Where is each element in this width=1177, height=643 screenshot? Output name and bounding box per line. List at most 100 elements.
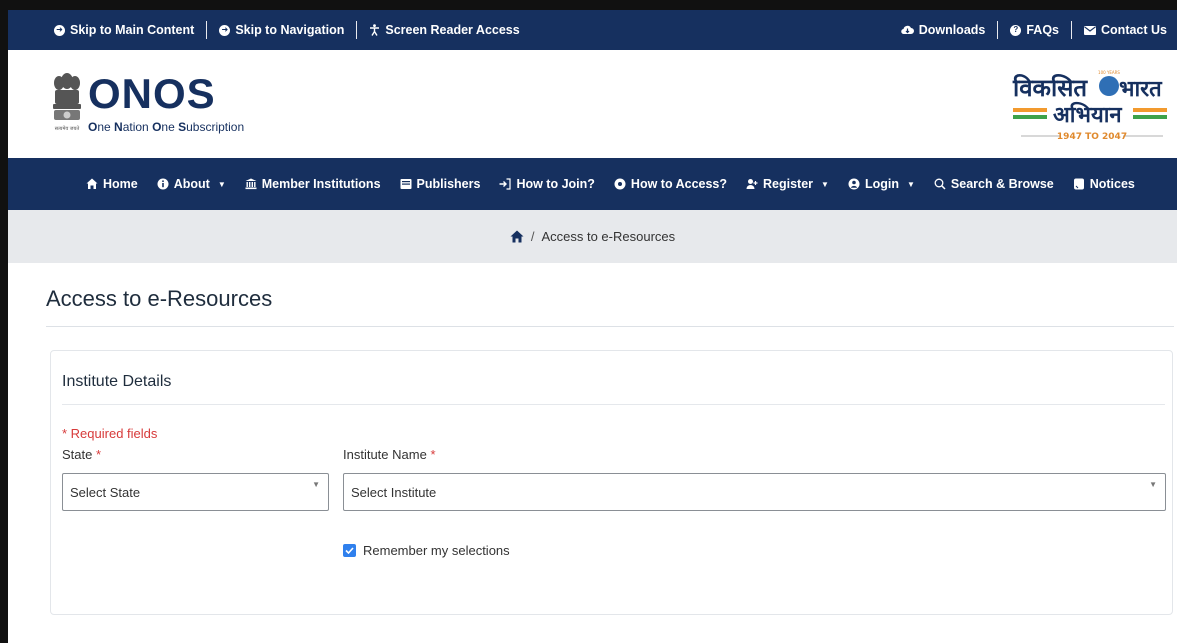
faqs-label: FAQs <box>1026 23 1060 37</box>
breadcrumb: / Access to e-Resources <box>8 210 1177 263</box>
nav-item-label: Search & Browse <box>950 177 1054 191</box>
nav-item-search-browse[interactable]: Search & Browse <box>934 177 1054 191</box>
vb-years: 1947 TO 2047 <box>1057 132 1127 142</box>
nav-item-publishers[interactable]: Publishers <box>400 177 481 191</box>
gear-icon <box>614 178 626 190</box>
onos-logo[interactable]: ONOS One Nation One Subscription <box>88 70 244 135</box>
remember-selections-row: Remember my selections <box>343 543 510 558</box>
skip-to-navigation-link[interactable]: ➜ Skip to Navigation <box>219 23 344 37</box>
nav-item-label: How to Join? <box>516 177 595 191</box>
contact-label: Contact Us <box>1101 23 1167 37</box>
nav-item-register[interactable]: Register ▼ <box>746 177 829 191</box>
logo-sub-part: ation <box>122 120 153 134</box>
nav-item-about[interactable]: About ▼ <box>157 177 226 191</box>
nav-item-notices[interactable]: Notices <box>1073 177 1135 191</box>
nav-item-label: Register <box>763 177 814 191</box>
remember-selections-checkbox[interactable] <box>343 544 356 557</box>
home-icon <box>86 178 98 189</box>
sign-in-icon <box>499 178 512 190</box>
skip-to-main-label: Skip to Main Content <box>70 23 195 37</box>
site-header: सत्यमेव जयते ONOS One Nation One Subscri… <box>8 50 1177 158</box>
state-label: State * <box>62 447 101 462</box>
arrow-circle-icon: ➜ <box>219 24 231 36</box>
institute-select[interactable]: Select Institute ▼ <box>343 473 1166 511</box>
breadcrumb-current: Access to e-Resources <box>541 229 676 244</box>
accessibility-links: ➜ Skip to Main Content ➜ Skip to Navigat… <box>54 21 520 39</box>
nav-item-login[interactable]: Login ▼ <box>848 177 915 191</box>
vb-line2: अभियान <box>1053 101 1122 128</box>
page: ➜ Skip to Main Content ➜ Skip to Navigat… <box>8 10 1177 643</box>
vb-line1b: भारत <box>1119 77 1163 102</box>
info-icon <box>157 178 169 190</box>
screen-reader-label: Screen Reader Access <box>385 23 520 37</box>
title-divider <box>46 326 1174 327</box>
institute-details-card: Institute Details * Required fields Stat… <box>50 350 1173 615</box>
state-emblem-logo: सत्यमेव जयते <box>53 73 81 132</box>
vb-badge: 100 YEARS <box>1098 70 1120 75</box>
window-frame-left <box>0 0 8 643</box>
home-icon[interactable] <box>510 230 524 243</box>
main-navigation: Home About ▼ Member Institutions Publishers H… <box>8 158 1177 210</box>
accessibility-icon <box>370 24 380 36</box>
logo-sub-part: N <box>114 120 123 134</box>
chevron-down-icon: ▼ <box>312 480 320 489</box>
notice-icon <box>1073 178 1084 190</box>
check-icon <box>345 547 354 554</box>
logo-sub-part: S <box>178 120 187 134</box>
search-icon <box>934 178 946 190</box>
user-plus-icon <box>746 179 758 189</box>
divider <box>356 21 358 39</box>
logo-title: ONOS <box>88 70 216 117</box>
downloads-label: Downloads <box>918 23 986 37</box>
nav-item-label: About <box>173 177 210 191</box>
nav-item-label: Publishers <box>416 177 481 191</box>
faqs-link[interactable]: ? FAQs <box>1010 23 1059 37</box>
caret-down-icon: ▼ <box>821 179 829 189</box>
divider <box>997 21 999 39</box>
envelope-icon <box>1084 25 1097 35</box>
institute-select-value: Select Institute <box>351 484 437 500</box>
nav-item-how-to-join[interactable]: How to Join? <box>499 177 595 191</box>
window-frame-top <box>0 0 1177 10</box>
page-title: Access to e-Resources <box>46 286 273 311</box>
screen-reader-link[interactable]: Screen Reader Access <box>369 23 520 37</box>
nav-item-label: Member Institutions <box>261 177 381 191</box>
skip-to-navigation-label: Skip to Navigation <box>235 23 345 37</box>
logo-sub-part: ubscription <box>186 120 245 134</box>
nav-item-label: Notices <box>1089 177 1135 191</box>
institute-label: Institute Name * <box>343 447 436 462</box>
nav-item-how-to-access[interactable]: How to Access? <box>614 177 727 191</box>
main-content: Access to e-Resources <box>8 286 1177 327</box>
nav-item-member-institutions[interactable]: Member Institutions <box>245 177 381 191</box>
institute-label-text: Institute Name <box>343 447 427 462</box>
logo-sub-part: ne <box>161 120 179 134</box>
institution-icon <box>245 178 257 190</box>
logo-sub-part: ne <box>97 120 115 134</box>
utility-links: Downloads ? FAQs Contact Us <box>900 21 1167 39</box>
card-title: Institute Details <box>62 373 172 390</box>
state-select[interactable]: Select State ▼ <box>62 473 329 511</box>
skip-to-main-link[interactable]: ➜ Skip to Main Content <box>54 23 194 37</box>
question-circle-icon: ? <box>1010 24 1022 36</box>
required-mark: * <box>95 447 102 462</box>
vb-line1: विकसित <box>1012 74 1088 102</box>
logo-sub-part: O <box>152 120 162 134</box>
divider <box>206 21 208 39</box>
nav-item-home[interactable]: Home <box>86 177 138 191</box>
required-fields-note: * Required fields <box>62 426 158 441</box>
logo-sub-part: O <box>88 120 98 134</box>
caret-down-icon: ▼ <box>906 179 915 189</box>
remember-selections-label: Remember my selections <box>363 543 510 558</box>
logo-subtitle: One Nation One Subscription <box>88 120 244 134</box>
card-divider <box>62 404 1165 405</box>
nav-item-label: How to Access? <box>630 177 728 191</box>
downloads-link[interactable]: Downloads <box>900 23 986 37</box>
emblem-caption: सत्यमेव जयते <box>55 125 80 132</box>
contact-link[interactable]: Contact Us <box>1084 23 1167 37</box>
book-icon <box>400 179 412 189</box>
chevron-down-icon: ▼ <box>1149 480 1157 489</box>
nav-item-label: Login <box>864 177 899 191</box>
breadcrumb-separator: / <box>530 229 535 244</box>
state-select-value: Select State <box>70 484 141 500</box>
caret-down-icon: ▼ <box>217 179 226 189</box>
